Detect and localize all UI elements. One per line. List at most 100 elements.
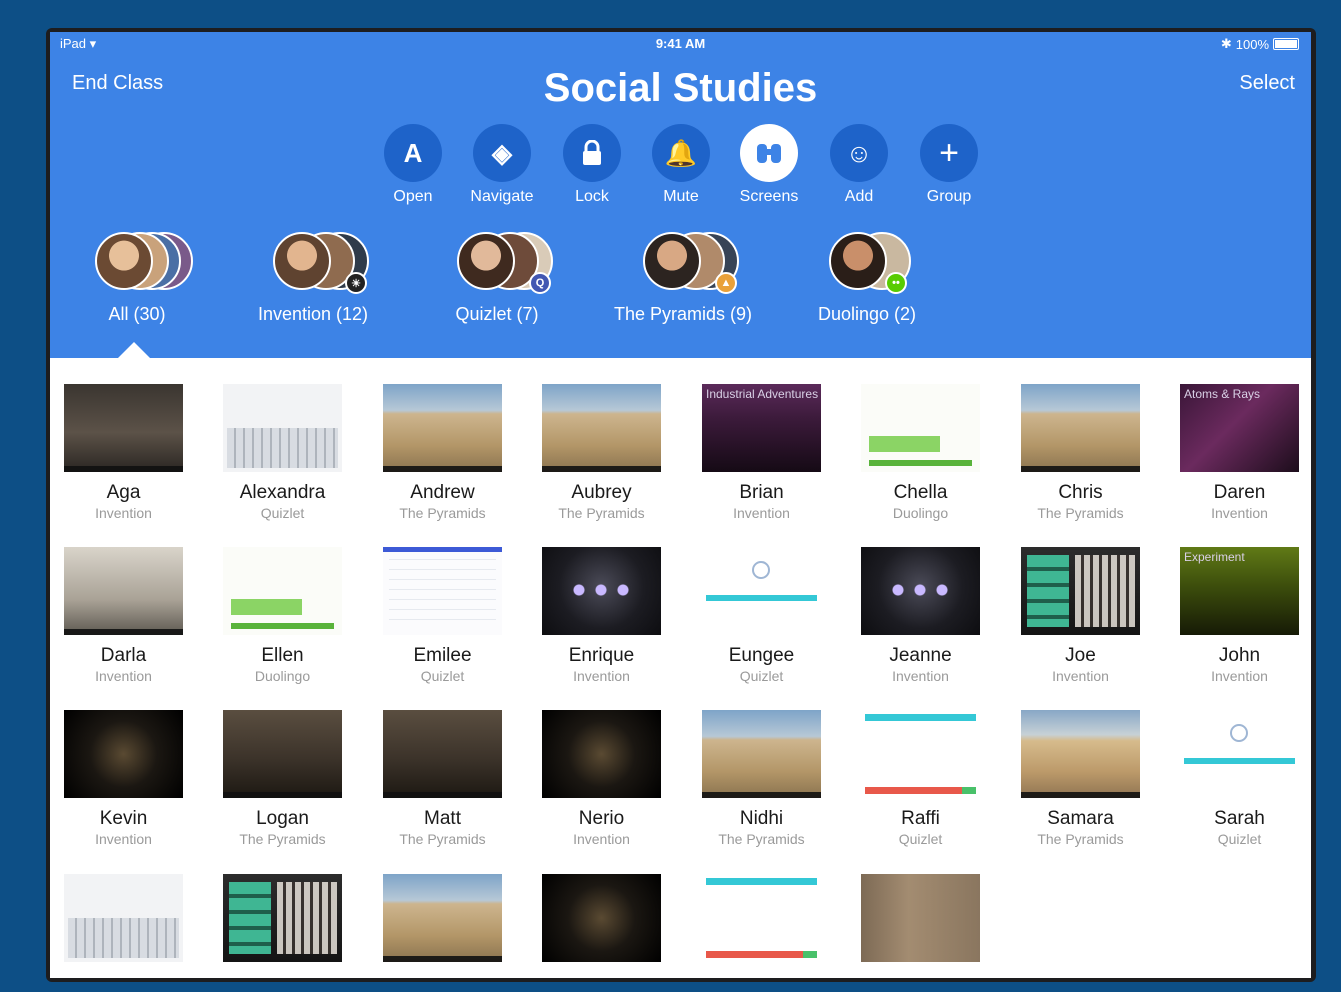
screen-thumbnail [383,547,502,635]
navigate-label: Navigate [470,188,534,205]
student-name: Darla [100,645,147,666]
student-tile[interactable]: Experiment John Invention [1180,547,1299,685]
student-app: The Pyramids [718,831,805,847]
avatar [457,232,515,290]
student-tile[interactable]: Ellen Duolingo [223,547,342,685]
student-tile[interactable]: Darla Invention [64,547,183,685]
plus-icon: + [920,124,978,182]
student-name: Joe [1065,645,1096,666]
screen-thumbnail [383,710,502,798]
student-app: Invention [733,505,790,521]
student-app: The Pyramids [399,831,486,847]
student-app: Invention [1211,505,1268,521]
student-tile[interactable] [702,874,821,962]
student-tile[interactable]: Matt The Pyramids [383,710,502,848]
student-tile[interactable]: Jeanne Invention [861,547,980,685]
student-name: Eungee [728,645,795,666]
screen-thumbnail [1021,384,1140,472]
student-tile[interactable]: Sarah Quizlet [1180,710,1299,848]
screen-thumbnail [1021,547,1140,635]
student-name: John [1218,645,1261,666]
student-tile[interactable]: Aubrey The Pyramids [542,384,661,522]
mute-button[interactable]: 🔔 Mute [636,124,726,206]
student-name: Sarah [1214,808,1265,829]
student-name: Chella [893,482,948,503]
student-tile[interactable]: Nerio Invention [542,710,661,848]
lightbulb-icon: ☀ [345,272,367,294]
student-name: Samara [1047,808,1114,829]
screen-thumbnail [861,384,980,472]
student-name: Enrique [568,645,635,666]
student-tile[interactable]: Chris The Pyramids [1021,384,1140,522]
student-app: Invention [95,831,152,847]
navigate-button[interactable]: ◈ Navigate [457,124,547,206]
group-label: All (30) [108,304,166,324]
page-title: Social Studies [543,66,818,110]
student-name: Jeanne [889,645,952,666]
group-all[interactable]: All (30) [52,230,222,325]
group-quizlet[interactable]: Q Quizlet (7) [412,230,582,325]
quizlet-icon: Q [529,272,551,294]
bluetooth-icon: ✱ [1220,36,1232,51]
screen-thumbnail [861,547,980,635]
group-duolingo[interactable]: •• Duolingo (2) [782,230,952,325]
group-avatars: Q [437,230,557,296]
screen-thumbnail [702,874,821,962]
student-tile[interactable] [542,874,661,962]
student-tile[interactable] [64,874,183,962]
student-tile[interactable]: Andrew The Pyramids [383,384,502,522]
student-tile[interactable]: Emilee Quizlet [383,547,502,685]
screen-thumbnail [1180,710,1299,798]
student-name: Chris [1058,482,1103,503]
screen-thumbnail [64,874,183,962]
group-label: The Pyramids (9) [613,304,753,324]
bell-slash-icon: 🔔 [652,124,710,182]
student-tile[interactable]: Raffi Quizlet [861,710,980,848]
student-tile[interactable]: Samara The Pyramids [1021,710,1140,848]
screen-thumbnail [223,874,342,962]
student-tile[interactable]: Eungee Quizlet [702,547,821,685]
student-tile[interactable]: Joe Invention [1021,547,1140,685]
group-button[interactable]: + Group [904,124,994,206]
binoculars-icon [740,124,798,182]
student-tile[interactable] [223,874,342,962]
avatar [643,232,701,290]
screens-button[interactable]: Screens [724,124,814,206]
select-button[interactable]: Select [1239,72,1295,95]
student-tile[interactable] [861,874,980,962]
group-avatars: ▲ [623,230,743,296]
student-tile[interactable]: Chella Duolingo [861,384,980,522]
screen-thumbnail: Atoms & Rays [1180,384,1299,472]
lock-button[interactable]: Lock [547,124,637,206]
student-name: Logan [256,808,309,829]
student-tile[interactable]: Enrique Invention [542,547,661,685]
screen-thumbnail [861,710,980,798]
add-button[interactable]: ☺ Add [814,124,904,206]
open-button[interactable]: A Open [368,124,458,206]
mute-label: Mute [663,188,699,205]
open-label: Open [393,188,433,205]
student-tile[interactable]: Logan The Pyramids [223,710,342,848]
screen-thumbnail [861,874,980,962]
screen-thumbnail [542,710,661,798]
screen-thumbnail [64,547,183,635]
screen-thumbnail [702,547,821,635]
student-name: Alexandra [239,482,326,503]
student-name: Nerio [578,808,625,829]
student-tile[interactable]: Industrial Adventures Brian Invention [702,384,821,522]
group-pyramids[interactable]: ▲ The Pyramids (9) [598,230,768,325]
student-tile[interactable] [383,874,502,962]
student-tile[interactable]: Nidhi The Pyramids [702,710,821,848]
screen-thumbnail [542,874,661,962]
avatar [95,232,153,290]
screen-thumbnail: Experiment [1180,547,1299,635]
avatar [829,232,887,290]
student-tile[interactable]: Atoms & Rays Daren Invention [1180,384,1299,522]
group-invention[interactable]: ☀ Invention (12) [228,230,398,325]
group-avatars [77,230,197,296]
student-tile[interactable]: Aga Invention [64,384,183,522]
student-tile[interactable]: Kevin Invention [64,710,183,848]
screen-thumbnail [383,874,502,962]
student-app: Invention [95,668,152,684]
student-tile[interactable]: Alexandra Quizlet [223,384,342,522]
